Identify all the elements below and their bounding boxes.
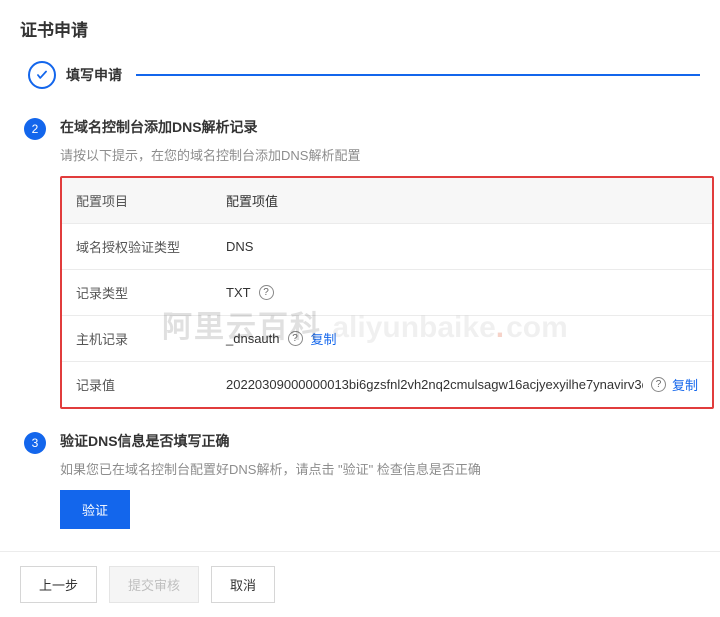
copy-link[interactable]: 复制 bbox=[311, 329, 337, 348]
table-row-record-type: 记录类型 TXT ? bbox=[62, 270, 712, 316]
step-2-hint: 请按以下提示，在您的域名控制台添加DNS解析配置 bbox=[60, 145, 714, 164]
help-icon[interactable]: ? bbox=[651, 377, 666, 392]
table-row-auth-type: 域名授权验证类型 DNS bbox=[62, 224, 712, 270]
step-badge-3: 3 bbox=[24, 432, 46, 454]
record-type-key: 记录类型 bbox=[76, 283, 226, 302]
progress-line bbox=[136, 74, 700, 76]
check-icon bbox=[35, 68, 49, 82]
host-record-key: 主机记录 bbox=[76, 329, 226, 348]
verify-button[interactable]: 验证 bbox=[60, 490, 130, 529]
prev-button[interactable]: 上一步 bbox=[20, 566, 97, 603]
header-val: 配置项值 bbox=[226, 191, 698, 210]
copy-link[interactable]: 复制 bbox=[672, 375, 698, 394]
progress-step-icon bbox=[28, 61, 56, 89]
step-3: 3 验证DNS信息是否填写正确 如果您已在域名控制台配置好DNS解析，请点击 "… bbox=[20, 431, 700, 529]
host-record-val: _dnsauth bbox=[226, 331, 280, 346]
table-row-record-value: 记录值 20220309000000013bi6gzsfnl2vh2nq2cmu… bbox=[62, 362, 712, 407]
page-title: 证书申请 bbox=[20, 16, 700, 41]
record-type-val: TXT bbox=[226, 285, 251, 300]
footer-actions: 上一步 提交审核 取消 bbox=[0, 551, 720, 617]
step-3-title: 验证DNS信息是否填写正确 bbox=[60, 431, 700, 451]
auth-type-key: 域名授权验证类型 bbox=[76, 237, 226, 256]
dns-config-table: 阿里云百科 aliyunbaike.com 配置项目 配置项值 域名授权验证类型… bbox=[60, 176, 714, 409]
table-row-host-record: 主机记录 _dnsauth ? 复制 bbox=[62, 316, 712, 362]
step-3-hint: 如果您已在域名控制台配置好DNS解析，请点击 "验证" 检查信息是否正确 bbox=[60, 459, 700, 478]
record-value-val: 20220309000000013bi6gzsfnl2vh2nq2cmulsag… bbox=[226, 377, 643, 392]
step-badge-2: 2 bbox=[24, 118, 46, 140]
progress-bar: 填写申请 bbox=[20, 61, 700, 89]
step-2-title: 在域名控制台添加DNS解析记录 bbox=[60, 117, 714, 137]
header-key: 配置项目 bbox=[76, 191, 226, 210]
record-value-key: 记录值 bbox=[76, 375, 226, 394]
help-icon[interactable]: ? bbox=[288, 331, 303, 346]
help-icon[interactable]: ? bbox=[259, 285, 274, 300]
step-2: 2 在域名控制台添加DNS解析记录 请按以下提示，在您的域名控制台添加DNS解析… bbox=[20, 117, 700, 409]
cancel-button[interactable]: 取消 bbox=[211, 566, 275, 603]
submit-button: 提交审核 bbox=[109, 566, 199, 603]
table-header: 配置项目 配置项值 bbox=[62, 178, 712, 224]
progress-step-label: 填写申请 bbox=[66, 65, 122, 85]
auth-type-val: DNS bbox=[226, 239, 698, 254]
